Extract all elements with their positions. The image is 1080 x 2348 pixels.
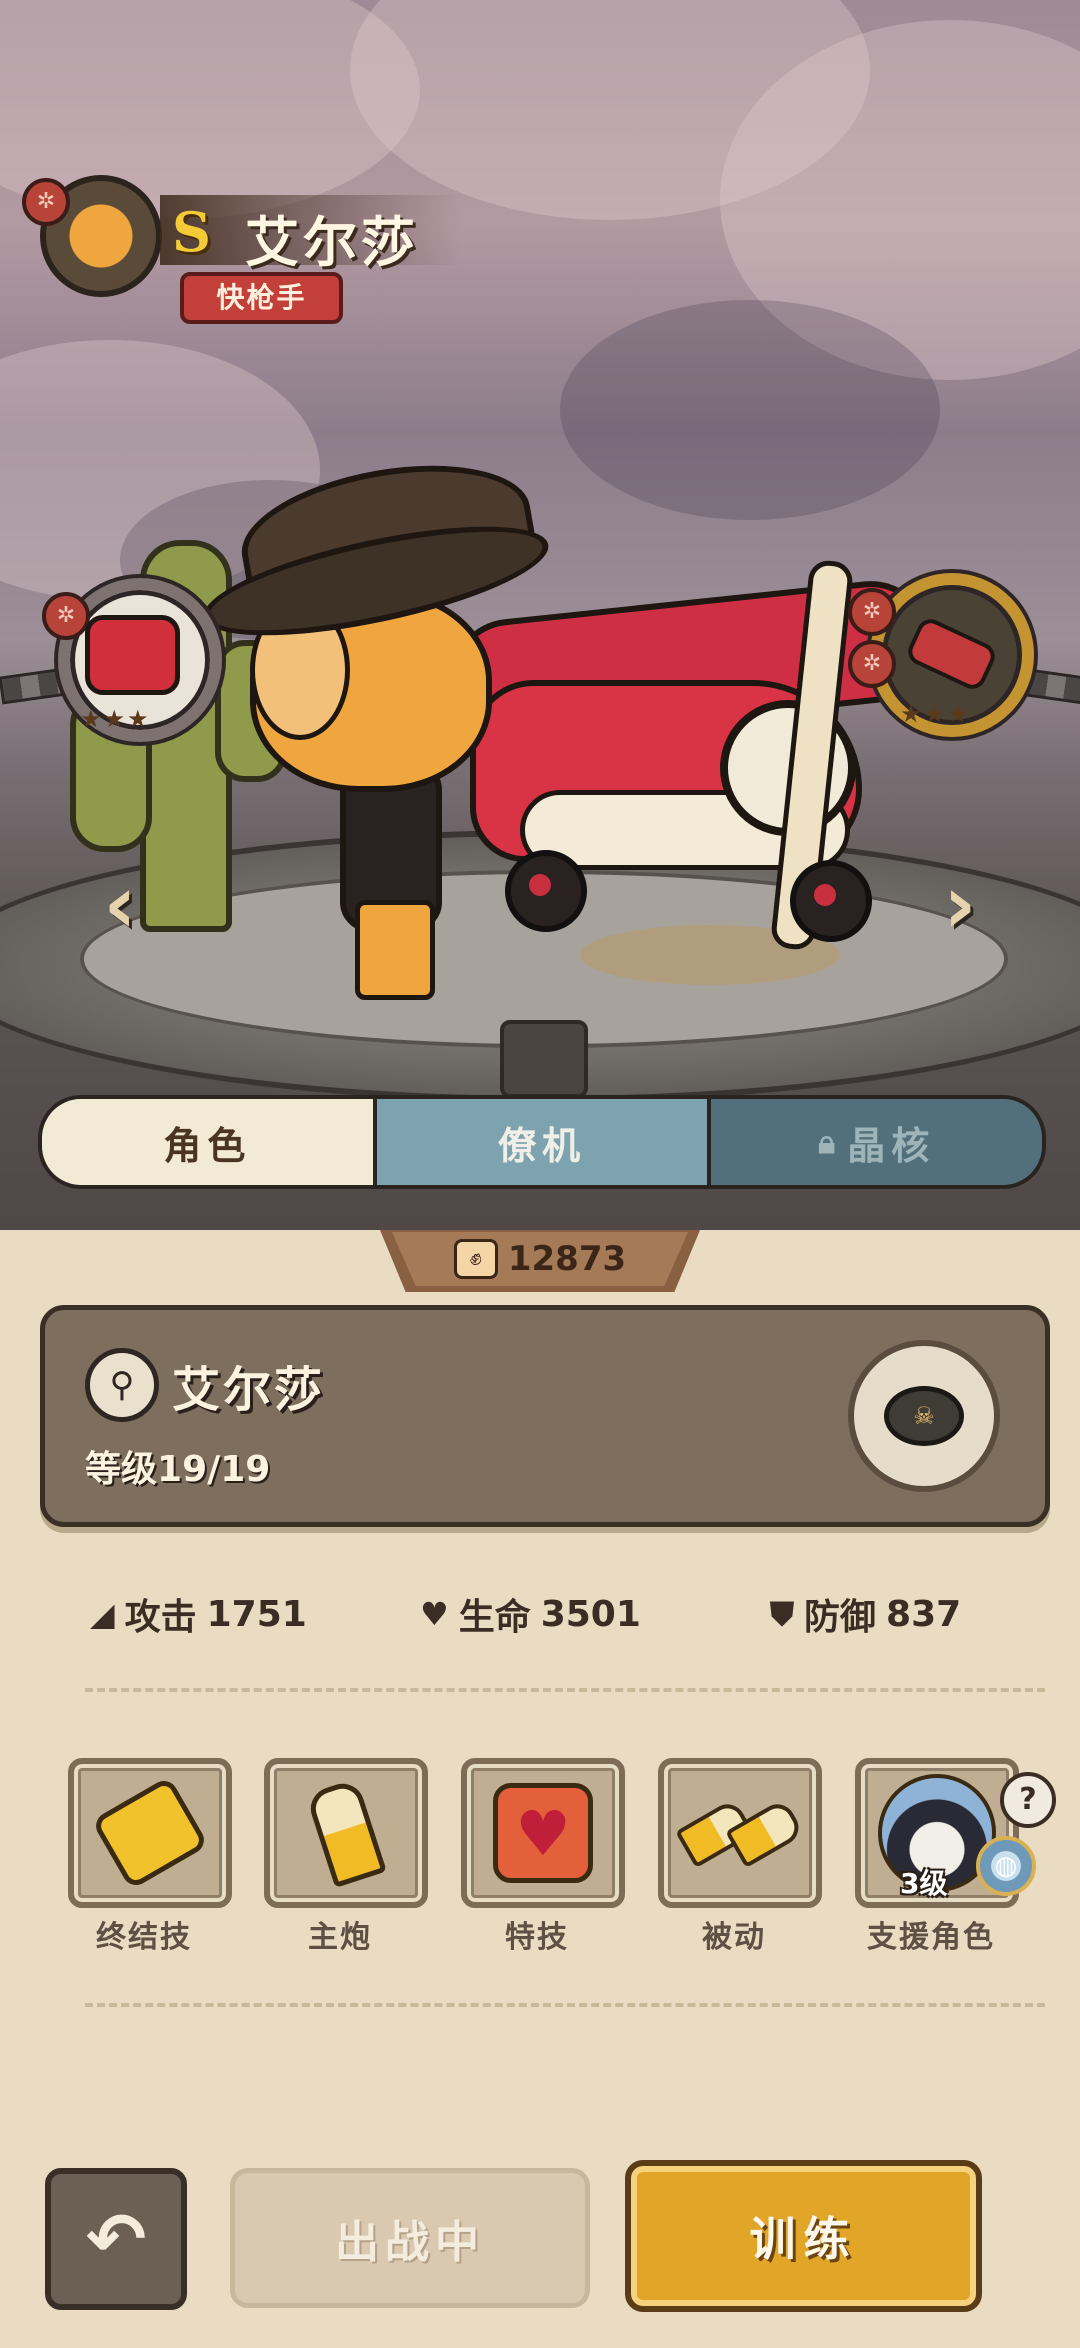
plane-wheel [790,860,872,942]
skill-special[interactable]: ♥ [461,1758,625,1908]
next-character-arrow[interactable]: › [930,860,990,950]
skill-ultimate[interactable] [68,1758,232,1908]
help-icon[interactable]: ? [1000,1772,1056,1828]
skill-passive[interactable] [658,1758,822,1908]
stat-attack: ◢ 攻击 1751 [90,1588,307,1640]
plane-wheel [505,850,587,932]
level-label: 等级 [85,1449,158,1490]
magnifier-icon[interactable]: ⚲ [85,1348,159,1422]
squadron-badge[interactable]: ☠ [848,1340,1000,1492]
winged-skull-icon: ☠ [884,1386,964,1446]
tab-character[interactable]: 角色 [42,1099,373,1185]
shield-icon: ⛊ [770,1594,795,1633]
power-display: ✊︎ 12873 [392,1232,688,1286]
stat-value: 837 [886,1593,962,1635]
hangar-scene: ✲ ★★★ ✲ ✲ ★★★ ‹ › [0,0,1080,1230]
role-tag: 快枪手 [180,272,343,324]
slot-stars: ★★★ [80,705,151,733]
back-arrow-icon: ↶ [85,2197,147,2281]
character-level: 等级19/19 [85,1440,270,1492]
stat-label: 防御 [804,1597,877,1638]
gatling-gun-icon [91,1775,209,1891]
stat-label: 攻击 [124,1597,197,1638]
double-bullet-icon [675,1797,805,1869]
rank-badge: S [172,200,211,264]
train-button[interactable]: 训练 [625,2160,982,2312]
stat-defense: ⛊ 防御 837 [770,1588,961,1640]
fist-icon: ✊︎ [453,1239,498,1279]
skill-label: 支援角色 [867,1920,995,1955]
panel-character-name: 艾尔莎 [172,1362,326,1418]
divider [85,2003,1045,2007]
power-value: 12873 [507,1239,627,1279]
tab-label: 僚机 [498,1123,587,1168]
platform-latch [500,1020,588,1098]
level-value: 19/19 [157,1449,271,1490]
gear-icon: ✲ [848,588,896,636]
bullet-icon: ◢ [90,1595,115,1633]
back-button[interactable]: ↶ [45,2168,187,2310]
gear-icon: ✲ [848,640,896,688]
deploy-button[interactable]: 出战中 [230,2168,590,2308]
bullet-icon [305,1778,387,1888]
support-level: 3级 [900,1867,948,1900]
character-name: 艾尔莎 [245,211,419,274]
revolver-cylinder-icon [85,615,180,695]
heart-icon: ♥ [493,1783,593,1883]
tab-core[interactable]: 🔒︎ 晶核 [707,1099,1042,1185]
stat-label: 生命 [458,1597,531,1638]
tab-wingman[interactable]: 僚机 [372,1099,708,1185]
character-legs [355,900,435,1000]
divider [85,1688,1045,1692]
gear-icon: ✲ [22,178,70,226]
skill-main-cannon[interactable] [264,1758,428,1908]
gear-icon: ✲ [42,592,90,640]
stat-value: 3501 [540,1593,641,1635]
skill-label: 特技 [505,1920,569,1955]
stat-value: 1751 [206,1593,307,1635]
lock-icon: 🔒︎ [818,1122,842,1161]
skill-label: 被动 [702,1920,766,1955]
cloud [560,300,940,520]
tab-label: 角色 [163,1123,252,1168]
tab-label: 晶核 [847,1123,936,1168]
prev-character-arrow[interactable]: ‹ [90,860,150,950]
stat-health: ♥ 生命 3501 [420,1588,641,1640]
tab-bar: 角色 僚机 🔒︎ 晶核 [38,1095,1046,1189]
heart-icon: ♥ [420,1595,449,1633]
globe-icon: ◍ [976,1836,1036,1896]
slot-stars: ★★★ [900,700,971,728]
skill-label: 终结技 [96,1920,192,1955]
skill-label: 主炮 [308,1920,372,1955]
